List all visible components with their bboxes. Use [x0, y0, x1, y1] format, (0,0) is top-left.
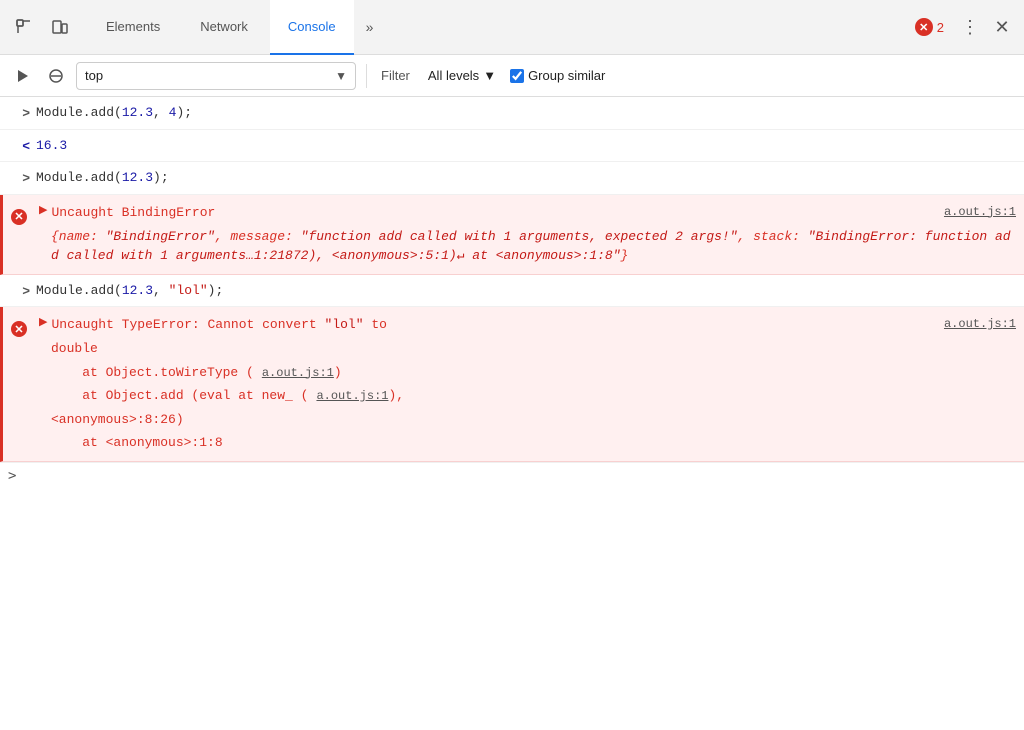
error-icon-1: ✕ [11, 209, 27, 225]
error-towire-link[interactable]: a.out.js:1 [254, 366, 334, 380]
output-indicator-2: < [22, 138, 30, 153]
levels-label: All levels [428, 68, 479, 83]
devtools-menu-btn[interactable]: ⋮ [956, 13, 984, 41]
group-similar-checkbox[interactable] [510, 69, 524, 83]
play-icon [14, 68, 30, 84]
console-row-3: > Module.add(12.3); [0, 162, 1024, 195]
error-source-2[interactable]: a.out.js:1 [936, 315, 1016, 333]
error-count: 2 [937, 20, 944, 35]
error-x-icon: ✕ [919, 21, 928, 34]
console-row-4: ✕ ▶ Uncaught BindingError a.out.js:1 {na… [0, 195, 1024, 275]
error-circle: ✕ [915, 18, 933, 36]
row-content-5: Module.add(12.3, "lol"); [36, 279, 1016, 303]
context-value: top [85, 68, 103, 83]
console-output: > Module.add(12.3, 4); < 16.3 > Module.a… [0, 97, 1024, 730]
console-row-6: ✕ ▶ Uncaught TypeError: Cannot convert "… [0, 307, 1024, 462]
error-body-2: double at Object.toWireType (a.out.js:1)… [3, 337, 404, 455]
input-indicator-5: > [22, 283, 30, 298]
inspect-icon [15, 18, 33, 36]
devtools-icons [8, 11, 76, 43]
console-row-1: > Module.add(12.3, 4); [0, 97, 1024, 130]
context-arrow-icon: ▼ [335, 69, 347, 83]
tab-console[interactable]: Console [270, 0, 354, 55]
console-row-2: < 16.3 [0, 130, 1024, 163]
row-content-2: 16.3 [36, 134, 1016, 158]
row-gutter-2: < [0, 134, 36, 153]
error-body-1: {name: "BindingError", message: "functio… [3, 225, 1016, 268]
console-input[interactable] [24, 469, 1016, 484]
error-header-row-6: ✕ ▶ Uncaught TypeError: Cannot convert "… [3, 313, 1016, 337]
group-similar-toggle[interactable]: Group similar [510, 68, 605, 83]
devtools-close-btn[interactable]: ✕ [988, 13, 1016, 41]
console-prompt-row: > [0, 462, 1024, 490]
context-selector[interactable]: top ▼ [76, 62, 356, 90]
row-content-3: Module.add(12.3); [36, 166, 1016, 190]
error-badge: ✕ 2 [915, 18, 944, 36]
error-source-1[interactable]: a.out.js:1 [936, 203, 1016, 221]
error-add-link[interactable]: a.out.js:1 [308, 389, 388, 403]
input-indicator-3: > [22, 170, 30, 185]
console-row-5: > Module.add(12.3, "lol"); [0, 275, 1024, 308]
tab-elements[interactable]: Elements [88, 0, 178, 55]
tab-more[interactable]: » [358, 19, 382, 35]
input-indicator-1: > [22, 105, 30, 120]
row-content-1: Module.add(12.3, 4); [36, 101, 1016, 125]
tab-bar: Elements Network Console » ✕ 2 ⋮ ✕ [0, 0, 1024, 55]
console-toolbar: top ▼ Filter All levels ▼ Group similar [0, 55, 1024, 97]
device-icon [51, 18, 69, 36]
expand-arrow-2[interactable]: ▶ [39, 315, 47, 328]
error-icon-2: ✕ [11, 321, 27, 337]
prompt-caret: > [8, 468, 16, 484]
row-gutter-4: ✕ [3, 203, 39, 225]
error-title-1: Uncaught BindingError a.out.js:1 [51, 201, 1016, 225]
row-gutter-5: > [0, 279, 36, 298]
group-similar-label: Group similar [528, 68, 605, 83]
levels-dropdown[interactable]: All levels ▼ [420, 62, 504, 90]
expand-arrow-1[interactable]: ▶ [39, 203, 47, 216]
play-console-btn[interactable] [8, 62, 36, 90]
levels-arrow-icon: ▼ [483, 68, 496, 83]
row-gutter-6: ✕ [3, 315, 39, 337]
no-icon [48, 68, 64, 84]
clear-console-btn[interactable] [42, 62, 70, 90]
error-header-row-4: ✕ ▶ Uncaught BindingError a.out.js:1 [3, 201, 1016, 225]
device-toggle-btn[interactable] [44, 11, 76, 43]
inspect-icon-btn[interactable] [8, 11, 40, 43]
tab-network[interactable]: Network [182, 0, 266, 55]
error-title-2: Uncaught TypeError: Cannot convert "lol"… [51, 313, 1016, 337]
toolbar-divider [366, 64, 367, 88]
row-gutter-1: > [0, 101, 36, 120]
filter-label: Filter [377, 68, 414, 83]
row-gutter-3: > [0, 166, 36, 185]
